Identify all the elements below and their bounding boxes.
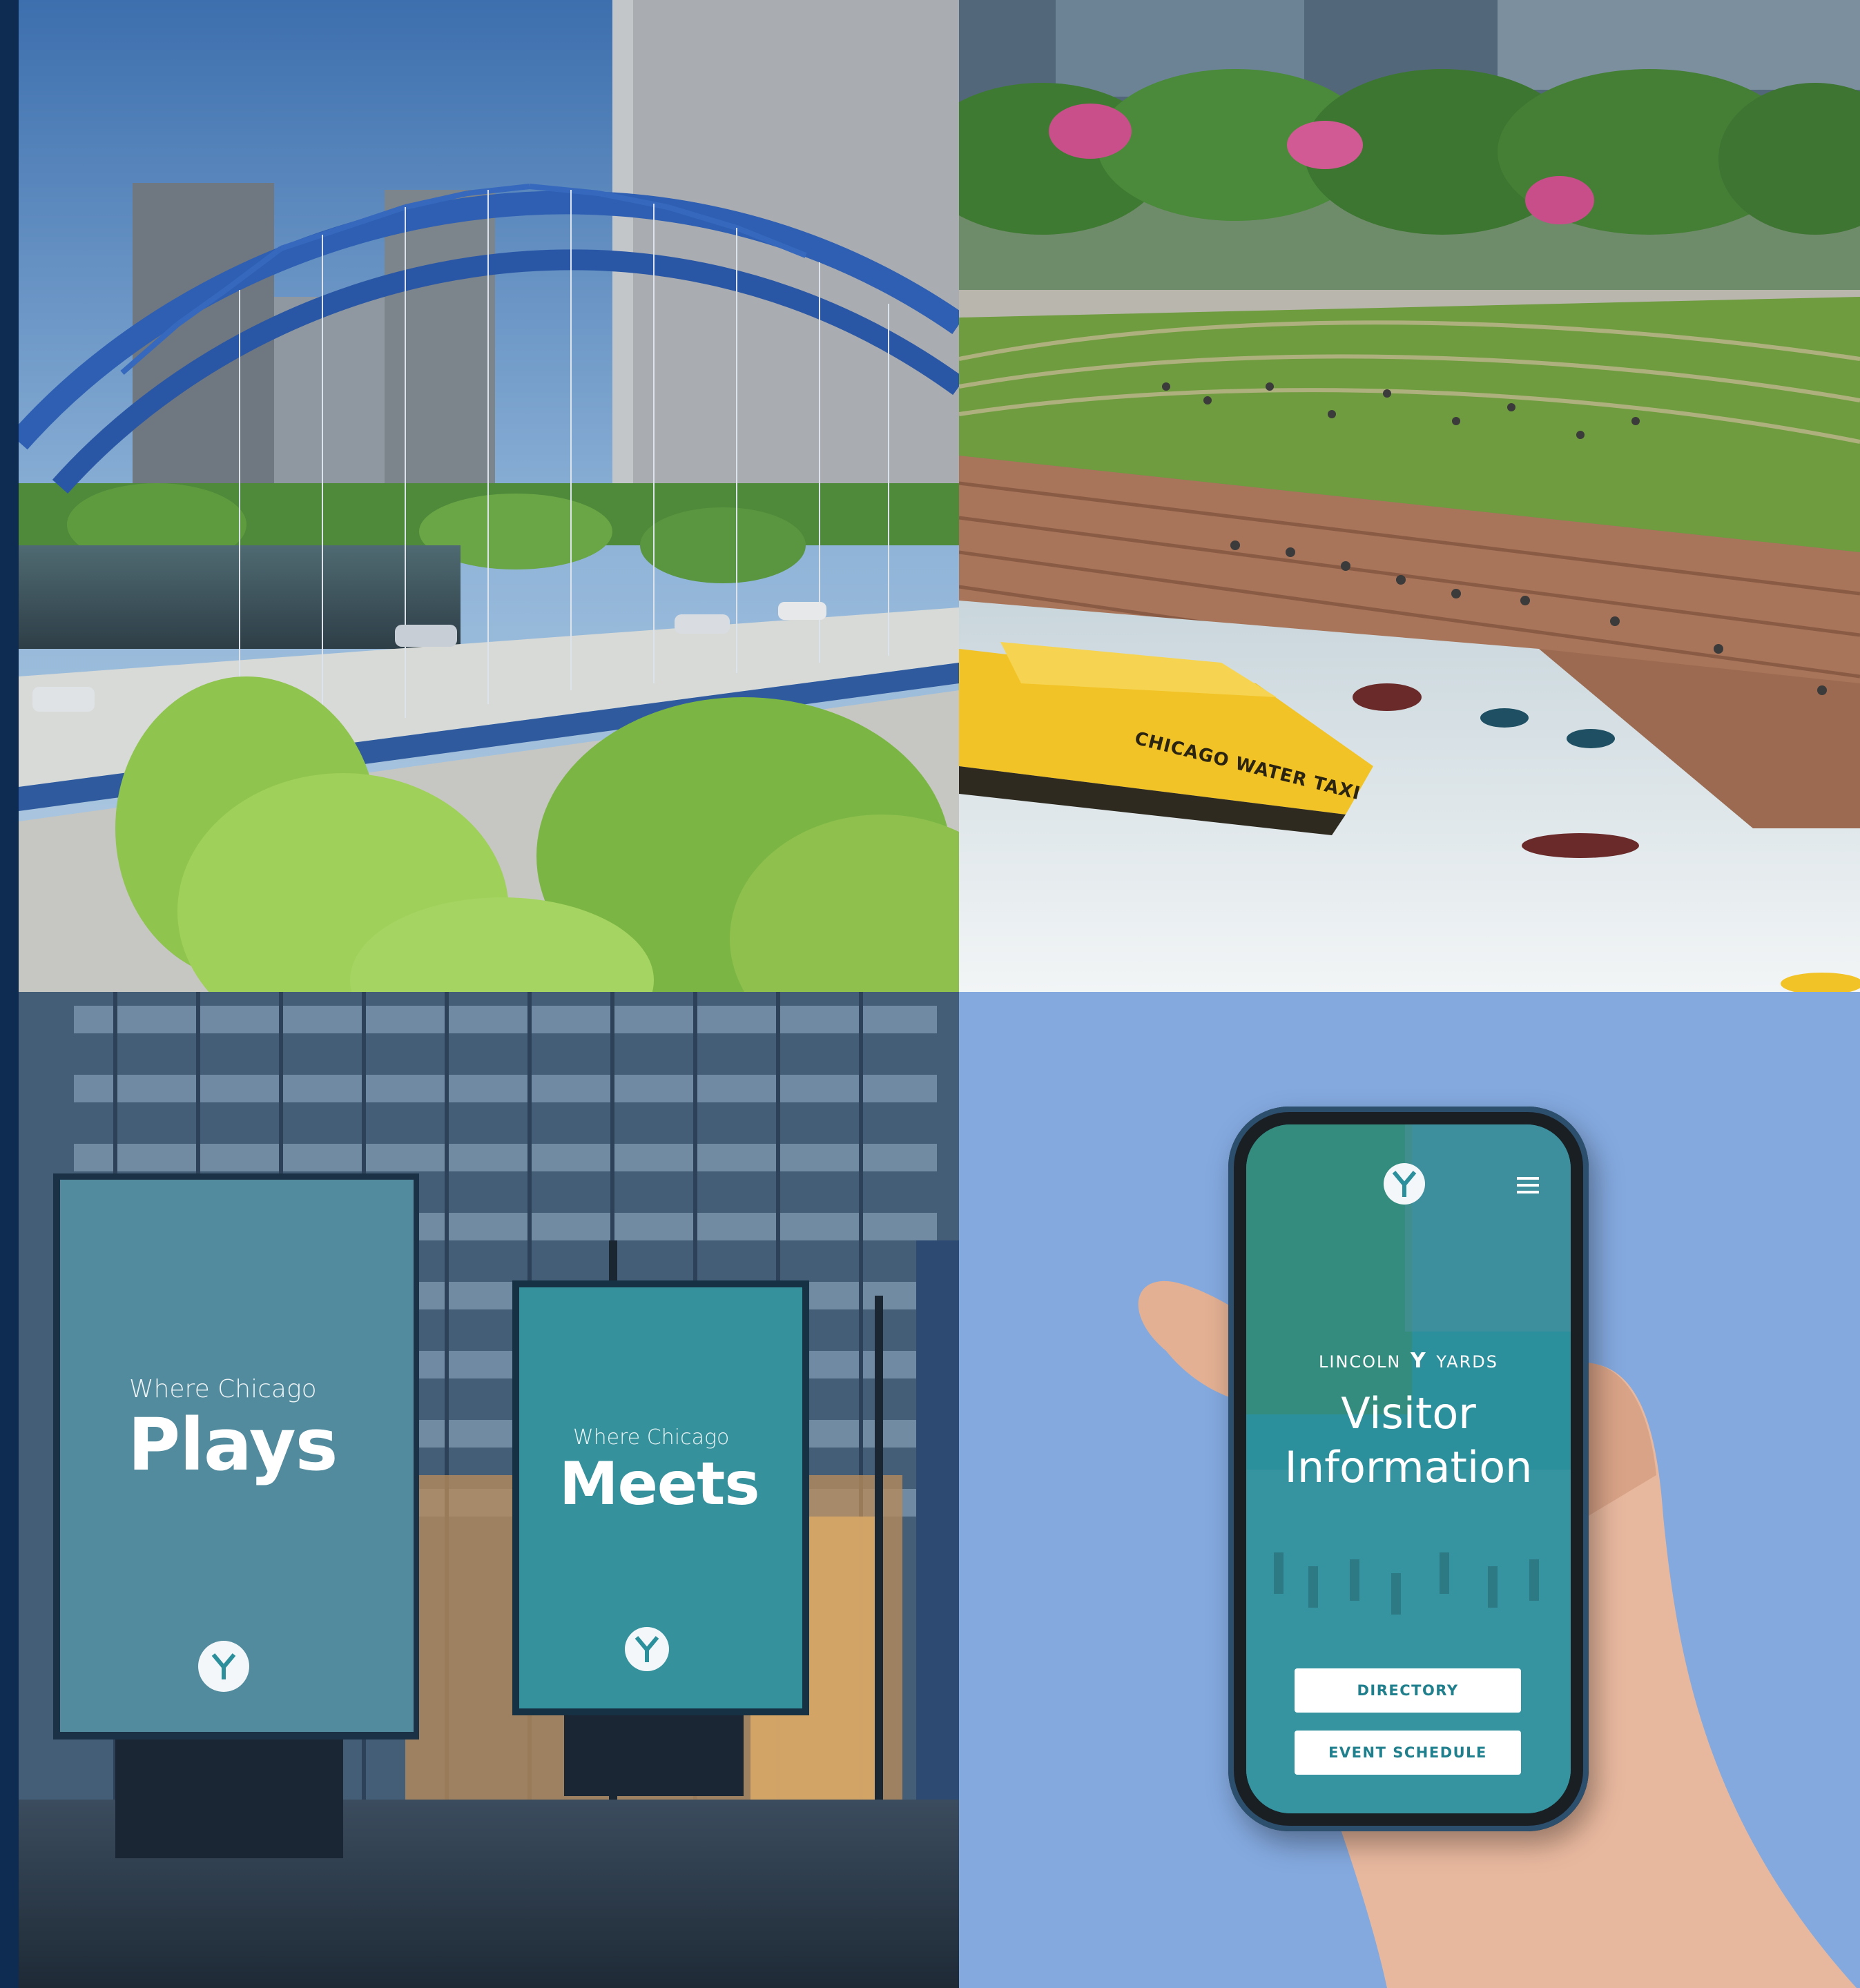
brand-left: LINCOLN	[1319, 1352, 1402, 1372]
collage: CHICAGO WATER TAXI Where Chicago Plays W…	[0, 0, 1860, 1988]
bridge-illustration	[19, 0, 959, 992]
right-sign-tagline: Where Chicago	[573, 1425, 730, 1450]
riverfront-rendering: CHICAGO WATER TAXI	[959, 0, 1860, 992]
mobile-app-mockup: LINCOLN Υ YARDS Visitor Information DIRE…	[959, 992, 1860, 1988]
street-scene	[19, 992, 959, 1988]
directory-button[interactable]: DIRECTORY	[1295, 1668, 1521, 1713]
lincoln-yards-logo-icon	[625, 1627, 669, 1671]
screen-title: Visitor Information	[1246, 1387, 1571, 1494]
hamburger-menu-icon[interactable]	[1517, 1177, 1539, 1193]
lincoln-yards-logo-icon[interactable]	[1384, 1163, 1425, 1205]
left-sign-tagline: Where Chicago	[129, 1375, 317, 1403]
bridge-rendering	[19, 0, 959, 992]
left-sign-headline: Plays	[128, 1403, 338, 1487]
smartphone: LINCOLN Υ YARDS Visitor Information DIRE…	[1228, 1107, 1589, 1831]
screen-title-line1: Visitor	[1341, 1388, 1476, 1439]
event-schedule-button[interactable]: EVENT SCHEDULE	[1295, 1731, 1521, 1775]
lincoln-yards-logo-icon	[198, 1641, 249, 1692]
brand-wordmark: LINCOLN Υ YARDS	[1246, 1349, 1571, 1373]
right-sign-headline: Meets	[559, 1450, 760, 1519]
brand-right: YARDS	[1436, 1352, 1498, 1372]
riverfront-illustration	[959, 0, 1860, 992]
phone-screen: LINCOLN Υ YARDS Visitor Information DIRE…	[1246, 1124, 1571, 1813]
street-signage-mockup: Where Chicago Plays Where Chicago Meets	[19, 992, 959, 1988]
screen-title-line2: Information	[1284, 1442, 1533, 1492]
brand-y-icon: Υ	[1411, 1349, 1427, 1373]
